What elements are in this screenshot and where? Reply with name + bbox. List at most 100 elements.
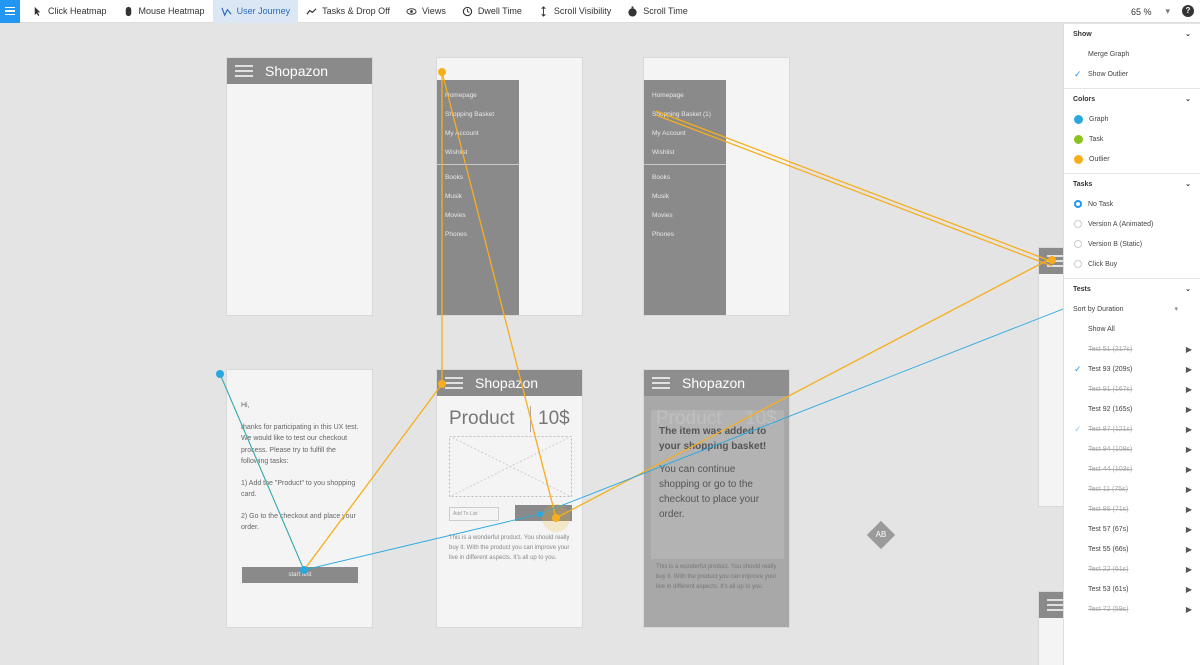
checkbox-icon[interactable] bbox=[1074, 525, 1082, 533]
tool-scroll-visibility[interactable]: Scroll Visibility bbox=[530, 0, 619, 23]
color-swatch[interactable] bbox=[1074, 134, 1083, 144]
checkbox-icon[interactable] bbox=[1074, 565, 1082, 573]
test-row[interactable]: Test 11 (75s) ▶ bbox=[1064, 479, 1200, 499]
radio-icon[interactable] bbox=[1074, 240, 1082, 248]
play-icon[interactable]: ▶ bbox=[1186, 365, 1192, 374]
test-row[interactable]: Test 91 (167s) ▶ bbox=[1064, 379, 1200, 399]
task-option[interactable]: No Task bbox=[1064, 194, 1200, 214]
play-icon[interactable]: ▶ bbox=[1186, 585, 1192, 594]
tool-tasks-drop-off[interactable]: Tasks & Drop Off bbox=[298, 0, 398, 23]
play-icon[interactable]: ▶ bbox=[1186, 345, 1192, 354]
tool-label: Click Heatmap bbox=[48, 6, 107, 16]
test-row[interactable]: Test 57 (67s) ▶ bbox=[1064, 519, 1200, 539]
test-row[interactable]: Test 51 (217s) ▶ bbox=[1064, 339, 1200, 359]
show-outlier-option[interactable]: ✓ Show Outlier bbox=[1064, 64, 1200, 84]
checkbox-icon[interactable] bbox=[1074, 585, 1082, 593]
color-task[interactable]: Task bbox=[1064, 129, 1200, 149]
play-icon[interactable]: ▶ bbox=[1186, 485, 1192, 494]
tool-label: Dwell Time bbox=[477, 6, 522, 16]
check-icon[interactable]: ✓ bbox=[1074, 365, 1082, 374]
tests-section-header[interactable]: Tests ⌄ bbox=[1064, 279, 1200, 299]
chevron-down-icon: ⌄ bbox=[1185, 286, 1191, 293]
tool-click-heatmap[interactable]: Click Heatmap bbox=[24, 0, 115, 23]
journey-icon bbox=[220, 7, 232, 17]
test-row[interactable]: Test 55 (66s) ▶ bbox=[1064, 539, 1200, 559]
color-outlier[interactable]: Outlier bbox=[1064, 149, 1200, 169]
journey-node[interactable] bbox=[438, 380, 446, 388]
play-icon[interactable]: ▶ bbox=[1186, 505, 1192, 514]
journey-node[interactable] bbox=[1048, 256, 1056, 264]
test-row[interactable]: Test 92 (165s) ▶ bbox=[1064, 399, 1200, 419]
tool-scroll-time[interactable]: Scroll Time bbox=[619, 0, 696, 23]
checkbox-icon[interactable] bbox=[1074, 545, 1082, 553]
journey-node[interactable] bbox=[537, 511, 543, 517]
radio-icon[interactable] bbox=[1074, 220, 1082, 228]
test-row[interactable]: ✓ Test 87 (121s) ▶ bbox=[1064, 419, 1200, 439]
play-icon[interactable]: ▶ bbox=[1186, 385, 1192, 394]
test-label: Test 93 (209s) bbox=[1088, 365, 1133, 373]
play-icon[interactable]: ▶ bbox=[1186, 465, 1192, 474]
checkbox-icon[interactable] bbox=[1074, 485, 1082, 493]
color-graph[interactable]: Graph bbox=[1064, 109, 1200, 129]
color-label: Graph bbox=[1089, 115, 1109, 123]
chevron-down-icon: ▾ bbox=[1165, 6, 1170, 16]
play-icon[interactable]: ▶ bbox=[1186, 565, 1192, 574]
play-icon[interactable]: ▶ bbox=[1186, 445, 1192, 454]
test-row[interactable]: Test 94 (108s) ▶ bbox=[1064, 439, 1200, 459]
test-row[interactable]: Test 22 (61s) ▶ bbox=[1064, 559, 1200, 579]
color-swatch[interactable] bbox=[1074, 114, 1083, 124]
play-icon[interactable]: ▶ bbox=[1186, 405, 1192, 414]
tool-user-journey[interactable]: User Journey bbox=[212, 0, 299, 23]
radio-icon[interactable] bbox=[1074, 200, 1082, 208]
tool-dwell-time[interactable]: Dwell Time bbox=[454, 0, 530, 23]
task-label: Click Buy bbox=[1088, 260, 1118, 268]
journey-node[interactable] bbox=[300, 566, 308, 574]
checkbox-icon[interactable] bbox=[1074, 50, 1082, 58]
test-label: Test 94 (108s) bbox=[1088, 445, 1133, 453]
check-icon[interactable]: ✓ bbox=[1074, 70, 1082, 79]
option-label: Merge Graph bbox=[1088, 50, 1130, 58]
hamburger-menu-button[interactable] bbox=[0, 0, 20, 23]
tool-views[interactable]: Views bbox=[398, 0, 454, 23]
test-row[interactable]: Test 44 (103s) ▶ bbox=[1064, 459, 1200, 479]
play-icon[interactable]: ▶ bbox=[1186, 545, 1192, 554]
clock-icon bbox=[462, 6, 473, 16]
test-row[interactable]: Test 86 (71s) ▶ bbox=[1064, 499, 1200, 519]
checkbox-icon[interactable] bbox=[1074, 345, 1082, 353]
journey-node[interactable] bbox=[552, 514, 560, 522]
merge-graph-option[interactable]: Merge Graph bbox=[1064, 44, 1200, 64]
task-option[interactable]: Click Buy bbox=[1064, 254, 1200, 274]
task-label: Version A (Animated) bbox=[1088, 220, 1154, 228]
test-row[interactable]: Test 53 (61s) ▶ bbox=[1064, 579, 1200, 599]
radio-icon[interactable] bbox=[1074, 260, 1082, 268]
journey-node[interactable] bbox=[438, 68, 446, 76]
test-row[interactable]: Test 72 (59s) ▶ bbox=[1064, 599, 1200, 619]
timer-icon bbox=[628, 5, 637, 17]
checkbox-icon[interactable] bbox=[1074, 385, 1082, 393]
checkbox-icon[interactable] bbox=[1074, 405, 1082, 413]
show-section-header[interactable]: Show ⌄ bbox=[1064, 24, 1200, 44]
checkbox-icon[interactable] bbox=[1074, 445, 1082, 453]
zoom-select[interactable]: 65 % ▾ bbox=[1131, 0, 1170, 23]
checkbox-icon[interactable] bbox=[1074, 505, 1082, 513]
help-icon[interactable]: ? bbox=[1182, 5, 1194, 17]
colors-section-header[interactable]: Colors ⌄ bbox=[1064, 89, 1200, 109]
task-option[interactable]: Version A (Animated) bbox=[1064, 214, 1200, 234]
check-icon[interactable]: ✓ bbox=[1074, 425, 1082, 434]
play-icon[interactable]: ▶ bbox=[1186, 525, 1192, 534]
tasks-section-header[interactable]: Tasks ⌄ bbox=[1064, 174, 1200, 194]
show-all-link[interactable]: Show All bbox=[1064, 319, 1200, 339]
outlier-path bbox=[303, 72, 443, 571]
outlier-path bbox=[655, 114, 1053, 267]
test-row[interactable]: ✓ Test 93 (209s) ▶ bbox=[1064, 359, 1200, 379]
checkbox-icon[interactable] bbox=[1074, 605, 1082, 613]
tool-mouse-heatmap[interactable]: Mouse Heatmap bbox=[115, 0, 213, 23]
checkbox-icon[interactable] bbox=[1074, 465, 1082, 473]
play-icon[interactable]: ▶ bbox=[1186, 605, 1192, 614]
chevron-down-icon: ⌄ bbox=[1185, 181, 1191, 188]
sort-select[interactable]: Sort by Duration ▾ bbox=[1064, 299, 1200, 319]
task-option[interactable]: Version B (Static) bbox=[1064, 234, 1200, 254]
play-icon[interactable]: ▶ bbox=[1186, 425, 1192, 434]
color-swatch[interactable] bbox=[1074, 154, 1083, 164]
journey-start-node[interactable] bbox=[216, 370, 224, 378]
